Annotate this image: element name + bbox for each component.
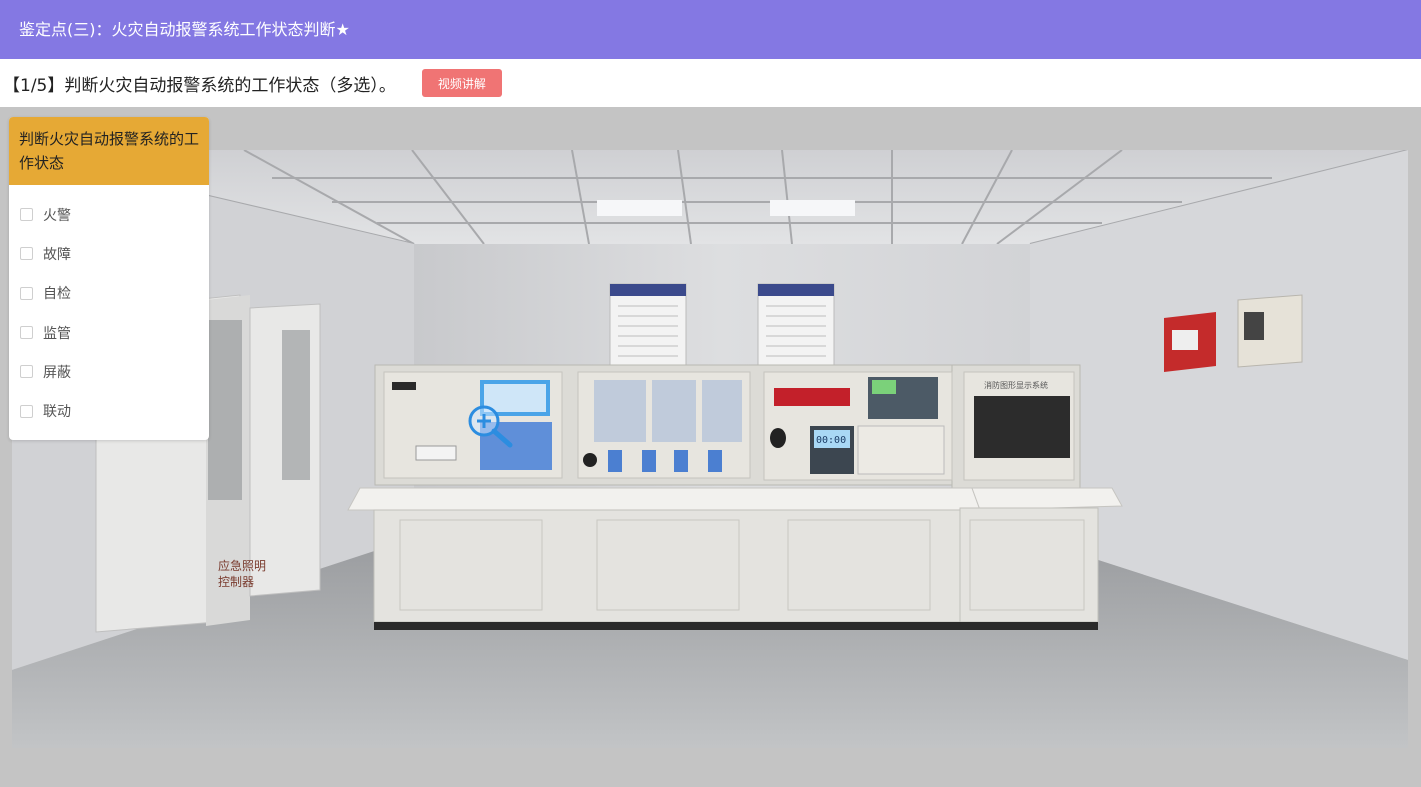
options-list: 火警 故障 自检 监管 屏蔽 联动 (9, 185, 209, 431)
question-text: 【1/5】判断火灾自动报警系统的工作状态（多选）。 (3, 75, 396, 96)
option-label: 屏蔽 (43, 364, 71, 381)
checkbox[interactable] (20, 326, 33, 340)
checkbox[interactable] (20, 404, 33, 418)
question-row: 【1/5】判断火灾自动报警系统的工作状态（多选）。 视频讲解 (0, 59, 1421, 107)
status-options-panel: 判断火灾自动报警系统的工作状态 火警 故障 自检 监管 屏蔽 联动 (9, 117, 209, 440)
panel-title: 判断火灾自动报警系统的工作状态 (9, 117, 209, 185)
video-explanation-button[interactable]: 视频讲解 (421, 69, 502, 97)
panel-display: 00:00 (816, 435, 846, 446)
cabinet-label-line2: 控制器 (218, 575, 254, 589)
option-self-check[interactable]: 自检 (9, 274, 209, 313)
option-label: 监管 (43, 325, 71, 342)
cabinet-label-line1: 应急照明 (218, 558, 266, 573)
option-label: 故障 (43, 246, 71, 263)
option-shield[interactable]: 屏蔽 (9, 352, 209, 391)
option-fire-alarm[interactable]: 火警 (9, 195, 209, 234)
page-title: 鉴定点(三)：火灾自动报警系统工作状态判断★ (19, 20, 350, 39)
checkbox[interactable] (20, 286, 33, 300)
option-label: 联动 (43, 404, 71, 421)
option-label: 自检 (43, 286, 71, 303)
checkbox[interactable] (20, 365, 33, 379)
checkbox[interactable] (20, 208, 33, 222)
checkbox[interactable] (20, 247, 33, 261)
fire-control-room-scene: 应急照明 控制器 00:00 消防图形显示系统 (12, 150, 1408, 748)
scene-stage: 应急照明 控制器 00:00 消防图形显示系统 判断火灾自动报警系统的工作状态 … (0, 107, 1421, 787)
option-label: 火警 (43, 207, 71, 224)
option-supervisory[interactable]: 监管 (9, 313, 209, 352)
page-header: 鉴定点(三)：火灾自动报警系统工作状态判断★ (0, 0, 1421, 59)
option-linkage[interactable]: 联动 (9, 391, 209, 430)
option-fault[interactable]: 故障 (9, 234, 209, 273)
console-label: 消防图形显示系统 (984, 380, 1048, 390)
